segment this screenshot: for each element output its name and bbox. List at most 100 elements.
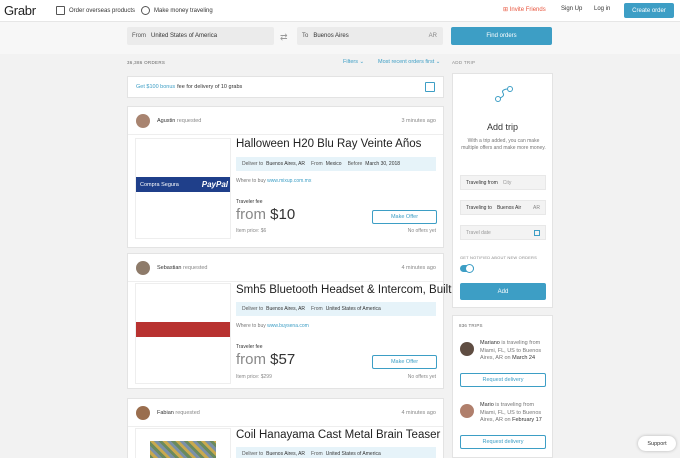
from-label: From (311, 161, 323, 167)
trip-date: March 24 (512, 355, 536, 361)
deliver-to: Buenos Aires, AR (266, 306, 306, 312)
price-from: from (236, 351, 266, 368)
where-label: Where to buy (236, 323, 266, 329)
banner-text: Compra Segura (140, 181, 179, 188)
paypal-banner: Compra Segura PayPal (136, 177, 230, 192)
order-card: Agustin requested 3 minutes ago Compra S… (127, 106, 444, 248)
bonus-text: fee for delivery of 10 grabs (177, 84, 243, 90)
action-label: requested (176, 118, 202, 124)
product-title[interactable]: Smh5 Bluetooth Headset & Intercom, Built (236, 284, 451, 296)
delivery-info: Deliver to Buenos Aires, AR From Mexico Be… (236, 157, 436, 171)
search-bar: From United States of America ⇄ To Bueno… (0, 22, 680, 54)
signup-link[interactable]: Sign Up (561, 6, 582, 12)
create-order-button[interactable]: Create order (624, 3, 674, 18)
from-label: From (311, 451, 323, 457)
traveler-name[interactable]: Mario (480, 402, 494, 408)
bonus-banner: Get $100 bonus fee for delivery of 10 gr… (127, 76, 444, 98)
where-label: Where to buy (236, 178, 266, 184)
avatar[interactable] (460, 342, 474, 356)
store-link[interactable]: www.mixup.com.mx (267, 178, 311, 184)
request-delivery-button[interactable]: Request delivery (460, 373, 546, 387)
from-value: United States of America (151, 33, 218, 39)
add-trip-panel: Add trip With a trip added, you can make… (452, 73, 553, 308)
trip-date: February 17 (512, 417, 542, 423)
bonus-link[interactable]: Get $100 bonus (136, 84, 175, 90)
product-image[interactable] (135, 283, 231, 384)
make-money-link[interactable]: Make money traveling (141, 6, 213, 15)
action-label: requested (183, 265, 208, 271)
avatar[interactable] (136, 261, 150, 275)
travel-date-field[interactable]: Travel date (460, 225, 546, 240)
product-image[interactable]: Compra Segura PayPal (135, 138, 231, 239)
from-field[interactable]: From United States of America (127, 27, 274, 45)
user-name[interactable]: Fabian (157, 410, 174, 416)
login-link[interactable]: Log in (594, 6, 610, 12)
avatar[interactable] (460, 404, 474, 418)
top-nav: Grabr Order overseas products Make money… (0, 0, 680, 22)
deliver-to: Buenos Aires, AR (266, 161, 306, 167)
add-trip-button[interactable]: Add (460, 283, 546, 300)
from-label: From (311, 306, 323, 312)
user-name[interactable]: Sebastian (157, 265, 181, 271)
order-card: Fabian requested 4 minutes ago Coil Hana… (127, 398, 444, 458)
store-link[interactable]: www.buysena.com (267, 323, 309, 329)
offers-count: No offers yet (407, 228, 436, 234)
from-label: From (132, 33, 146, 39)
to-field[interactable]: To Buenos Aires AR (297, 27, 443, 45)
trips-count: 836 TRIPS (459, 323, 483, 328)
make-offer-button[interactable]: Make Offer (372, 210, 437, 224)
filters-dropdown[interactable]: Filters ⌄ (343, 59, 364, 65)
time-ago: 3 minutes ago (401, 118, 436, 124)
swap-icon[interactable]: ⇄ (280, 32, 288, 43)
request-delivery-button[interactable]: Request delivery (460, 435, 546, 449)
make-offer-button[interactable]: Make Offer (372, 355, 437, 369)
deliver-label: Deliver to (242, 161, 264, 167)
trip-verb: is traveling from (501, 340, 541, 346)
notify-toggle[interactable] (460, 264, 474, 273)
where-to-buy: Where to buy www.mixup.com.mx (236, 178, 311, 184)
traveler-fee: from $10 (236, 206, 295, 223)
price-value: $57 (270, 351, 296, 368)
support-button[interactable]: Support (638, 436, 676, 451)
find-orders-button[interactable]: Find orders (451, 27, 552, 45)
order-overseas-link[interactable]: Order overseas products (56, 6, 135, 15)
make-money-label: Make money traveling (154, 7, 213, 14)
time-ago: 4 minutes ago (401, 410, 436, 416)
traveling-to-value: Buenos Air (496, 204, 522, 211)
chevron-down-icon: ⌄ (435, 59, 441, 65)
offers-count: No offers yet (407, 374, 436, 380)
item-price: Item price: $6 (236, 228, 267, 234)
user-name[interactable]: Agustin (157, 118, 175, 124)
avatar[interactable] (136, 114, 150, 128)
avatar[interactable] (136, 406, 150, 420)
product-image-texture (150, 441, 216, 458)
invite-friends-link[interactable]: ⊞ Invite Friends (503, 6, 546, 13)
trip-verb: is traveling from (495, 402, 535, 408)
order-card: Sebastian requested 4 minutes ago Smh5 B… (127, 253, 451, 389)
product-image[interactable] (135, 428, 231, 458)
time-ago: 4 minutes ago (401, 265, 436, 271)
traveling-from-field[interactable]: Traveling from City (460, 175, 546, 190)
plane-icon (141, 6, 150, 15)
traveling-from-placeholder: City (502, 179, 512, 186)
traveling-to-label: Traveling to (466, 204, 492, 211)
action-label: requested (175, 410, 200, 416)
travel-date-placeholder: Travel date (466, 229, 491, 236)
notify-label: GET NOTIFIED ABOUT NEW ORDERS (460, 255, 537, 260)
add-trip-header: ADD TRIP (452, 60, 476, 65)
before-label: Before (347, 161, 363, 167)
product-title[interactable]: Halloween H20 Blu Ray Veinte Años (236, 138, 421, 150)
traveler-name[interactable]: Mariano (480, 340, 500, 346)
deliver-label: Deliver to (242, 451, 264, 457)
delivery-info: Deliver to Buenos Aires, AR From United St… (236, 447, 436, 458)
traveling-to-field[interactable]: Traveling to Buenos Air AR (460, 200, 546, 215)
gift-icon (425, 82, 435, 92)
sort-dropdown[interactable]: Most recent orders first ⌄ (378, 59, 440, 65)
grabr-logo[interactable]: Grabr (4, 3, 36, 18)
deliver-to: Buenos Aires, AR (266, 451, 306, 457)
deliver-label: Deliver to (242, 306, 264, 312)
where-to-buy: Where to buy www.buysena.com (236, 323, 309, 329)
traveling-from-label: Traveling from (466, 179, 498, 186)
product-title[interactable]: Coil Hanayama Cast Metal Brain Teaser (236, 429, 440, 441)
trip-on: on (504, 417, 511, 423)
